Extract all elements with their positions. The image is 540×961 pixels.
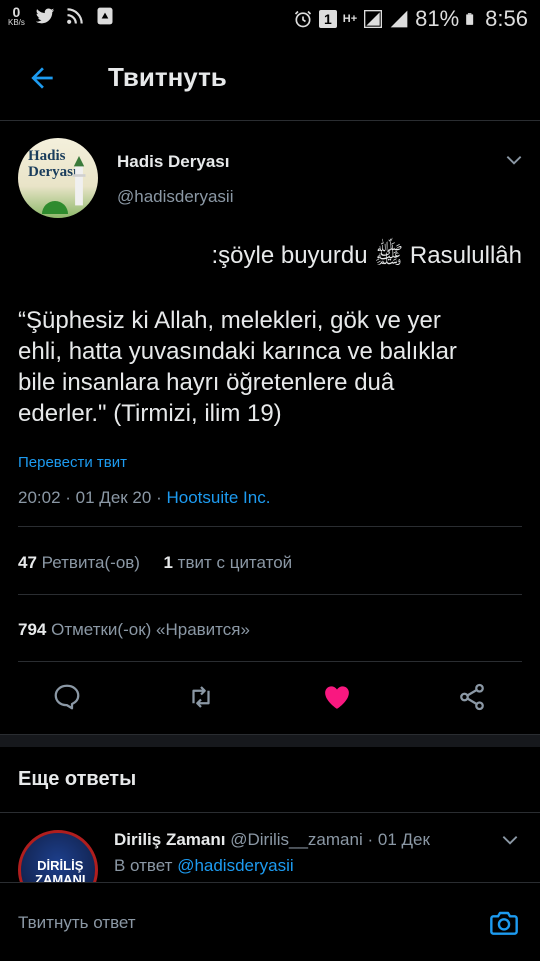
composer-placeholder[interactable]: Твитнуть ответ xyxy=(18,913,136,933)
clock: 8:56 xyxy=(485,6,528,31)
likes-label: Отметки(-ок) «Нравится» xyxy=(51,620,250,639)
heart-icon[interactable] xyxy=(322,682,352,712)
action-bar xyxy=(0,662,540,734)
reply-author-handle: @Dirilis__zamani xyxy=(230,830,363,849)
like-stats[interactable]: 794 Отметки(-ок) «Нравится» xyxy=(18,620,250,640)
twitter-icon xyxy=(35,8,55,24)
reply-author-name: Diriliş Zamanı xyxy=(114,830,226,849)
battery-icon xyxy=(466,13,474,25)
network-type: H+ xyxy=(342,13,358,25)
rss-icon xyxy=(66,8,83,24)
tweet-meta: 20:02 · 01 Дек 20 · Hootsuite Inc. xyxy=(18,488,270,508)
header: Твитнуть xyxy=(0,38,540,121)
net-speed-unit: KB/s xyxy=(8,18,25,27)
translate-link[interactable]: Перевести твит xyxy=(18,454,127,471)
divider xyxy=(18,526,522,527)
tweet-date: 01 Дек 20 xyxy=(75,488,152,507)
retweet-stats[interactable]: 47 Ретвита(-ов) 1 твит с цитатой xyxy=(18,553,292,573)
status-bar: 0 KB/s 1 H+ 81% 8:56 xyxy=(0,0,540,38)
reply-prefix: В ответ xyxy=(114,856,173,875)
camera-icon[interactable] xyxy=(488,907,520,939)
chevron-down-icon[interactable] xyxy=(500,830,520,850)
tweet-time: 20:02 xyxy=(18,488,61,507)
reply-mention[interactable]: @hadisderyasii xyxy=(177,856,293,875)
tweet-text-line1: :şöyle buyurdu ﷺ Rasulullâh xyxy=(211,242,523,269)
battery-percent: 81% xyxy=(415,6,460,31)
reply-context: В ответ @hadisderyasii xyxy=(114,856,294,876)
recycle-icon xyxy=(97,7,113,25)
alarm-icon xyxy=(294,10,312,28)
reply-composer[interactable]: Твитнуть ответ xyxy=(0,882,540,961)
divider xyxy=(0,812,540,813)
likes-count: 794 xyxy=(18,620,47,639)
tweet-source[interactable]: Hootsuite Inc. xyxy=(166,488,270,507)
retweets-label: Ретвита(-ов) xyxy=(41,553,140,572)
reply-date: 01 Дек xyxy=(377,830,430,849)
author-name[interactable]: Hadis Deryası xyxy=(117,152,229,172)
divider xyxy=(18,594,522,595)
status-bar-right: 1 H+ 81% 8:56 xyxy=(293,6,528,32)
author-avatar[interactable]: Hadis Deryası xyxy=(18,138,98,218)
status-bar-left: 0 KB/s xyxy=(8,5,115,27)
net-speed-value: 0 xyxy=(12,4,21,20)
quotes-count: 1 xyxy=(163,553,173,572)
signal-icon xyxy=(364,10,383,28)
dome-icon xyxy=(42,201,68,214)
net-speed: 0 KB/s xyxy=(8,5,25,27)
reply-header[interactable]: Diriliş Zamanı @Dirilis__zamani · 01 Дек xyxy=(114,830,430,850)
back-arrow-icon[interactable] xyxy=(26,62,58,94)
section-divider xyxy=(0,734,540,747)
reply-icon[interactable] xyxy=(52,682,82,712)
sim-badge: 1 xyxy=(318,10,337,28)
retweet-icon[interactable] xyxy=(186,682,216,712)
retweets-count: 47 xyxy=(18,553,37,572)
meta-dot: · xyxy=(156,488,167,507)
author-handle[interactable]: @hadisderyasii xyxy=(117,187,233,207)
chevron-down-icon[interactable] xyxy=(504,150,524,170)
signal-2-icon xyxy=(390,10,408,28)
meta-dot: · xyxy=(65,488,76,507)
tweet-text: “Şüphesiz ki Allah, melekleri, gök ve ye… xyxy=(18,307,457,427)
meta-dot: · xyxy=(367,830,378,849)
page-title: Твитнуть xyxy=(108,62,227,92)
share-icon[interactable] xyxy=(457,682,487,712)
more-replies-title: Еще ответы xyxy=(18,768,137,790)
quotes-label: твит с цитатой xyxy=(177,553,293,572)
